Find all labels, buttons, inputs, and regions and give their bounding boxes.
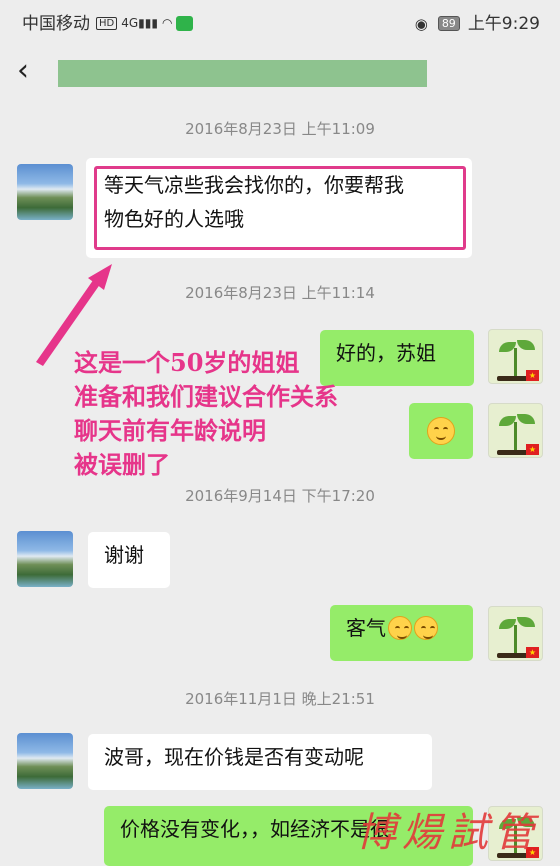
avatar-contact[interactable] — [17, 164, 73, 220]
timestamp: 2016年8月23日 上午11:09 — [185, 120, 375, 138]
message-text: 价格没有变化，，如经济不是很 — [120, 817, 390, 841]
message-text: 好的，苏姐 — [336, 341, 436, 365]
annotation-line: 准备和我们建议合作关系 — [74, 382, 338, 411]
message-bubble-outgoing[interactable]: 好的，苏姐 — [320, 330, 474, 386]
watermark: 博煬試管 — [356, 810, 540, 856]
message-bubble-outgoing[interactable] — [409, 403, 473, 459]
chevron-left-icon[interactable]: ‹ — [17, 52, 29, 90]
hd-icon: HD — [96, 17, 118, 30]
leaf-shape — [517, 414, 535, 424]
highlight-box — [94, 166, 466, 250]
avatar-contact[interactable] — [17, 531, 73, 587]
battery-icon: 89 — [437, 16, 460, 31]
smile-emoji-icon — [427, 417, 455, 445]
chat-title-redacted — [58, 60, 427, 87]
network-type-label: 4G — [121, 16, 139, 30]
avatar-contact[interactable] — [17, 733, 73, 789]
message-text: 谢谢 — [104, 543, 144, 567]
avatar-self[interactable]: ★ — [488, 606, 543, 661]
carrier-label: 中国移动 — [22, 14, 90, 34]
chat-header: ‹ — [0, 40, 560, 106]
annotation-line: 这是一个50岁的姐姐 — [74, 348, 300, 377]
china-flag-icon: ★ — [526, 370, 539, 381]
timestamp: 2016年9月14日 下午17:20 — [185, 487, 375, 505]
leaf-shape — [517, 617, 535, 627]
clock: 上午9:29 — [467, 14, 540, 34]
china-flag-icon: ★ — [526, 444, 539, 455]
message-text: 波哥，现在价钱是否有变动呢 — [104, 745, 364, 769]
signal-icon: 4G▮▮▮ — [121, 16, 158, 30]
stem-shape — [514, 348, 517, 378]
eye-icon: ◉ — [414, 15, 428, 33]
avatar-self[interactable]: ★ — [488, 403, 543, 458]
china-flag-icon: ★ — [526, 647, 539, 658]
status-left: 中国移动 HD 4G▮▮▮ ◠ — [22, 9, 194, 34]
stem-shape — [514, 422, 517, 452]
leaf-shape — [517, 340, 535, 350]
status-right: ◉ 89 上午9:29 — [415, 9, 540, 34]
message-bubble-incoming[interactable]: 波哥，现在价钱是否有变动呢 — [88, 734, 432, 790]
annotation-text: 这是一个50岁的姐姐 准备和我们建议合作关系 聊天前有年龄说明 被误删了 — [74, 346, 338, 482]
wechat-icon — [176, 16, 194, 31]
status-bar: 中国移动 HD 4G▮▮▮ ◠ ◉ 89 上午9:29 — [0, 0, 560, 40]
annotation-line: 被误删了 — [74, 450, 170, 479]
smile-emoji-icon — [388, 616, 412, 640]
message-text: 客气 — [346, 616, 386, 640]
smile-emoji-icon — [414, 616, 438, 640]
timestamp: 2016年11月1日 晚上21:51 — [185, 690, 375, 708]
annotation-line: 聊天前有年龄说明 — [74, 416, 266, 445]
battery-level: 89 — [441, 17, 456, 30]
timestamp: 2016年8月23日 上午11:14 — [185, 284, 375, 302]
message-bubble-outgoing[interactable]: 客气 — [330, 605, 473, 661]
stem-shape — [514, 625, 517, 655]
wifi-icon: ◠ — [161, 16, 173, 30]
message-bubble-incoming[interactable]: 谢谢 — [88, 532, 170, 588]
avatar-self[interactable]: ★ — [488, 329, 543, 384]
